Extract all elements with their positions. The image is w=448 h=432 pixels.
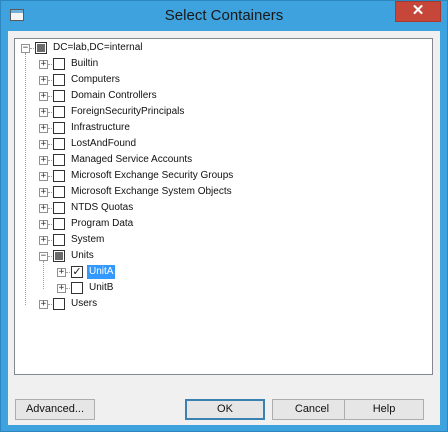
tree-item-program-data[interactable]: + Program Data xyxy=(15,216,432,232)
expand-icon[interactable]: + xyxy=(39,300,48,309)
expand-icon[interactable]: + xyxy=(39,108,48,117)
close-button[interactable]: ✕ xyxy=(395,1,441,22)
tree-item-domain-controllers[interactable]: + Domain Controllers xyxy=(15,88,432,104)
cancel-button[interactable]: Cancel xyxy=(272,399,352,420)
checkbox[interactable] xyxy=(53,298,65,310)
checkbox[interactable] xyxy=(53,90,65,102)
dialog-window: Select Containers ✕ − DC=lab,DC=internal +… xyxy=(0,0,448,432)
tree-item-microsoft-exchange-system-objects[interactable]: + Microsoft Exchange System Objects xyxy=(15,184,432,200)
tree-item-foreignsecurityprincipals[interactable]: + ForeignSecurityPrincipals xyxy=(15,104,432,120)
tree-item-label[interactable]: System xyxy=(69,233,106,247)
tree-item-units[interactable]: − Units xyxy=(15,248,432,264)
container-tree[interactable]: − DC=lab,DC=internal + Builtin + Computers + Do… xyxy=(14,38,433,375)
expand-icon[interactable]: + xyxy=(57,284,66,293)
tree-item-label[interactable]: Computers xyxy=(69,73,122,87)
checkbox[interactable] xyxy=(53,154,65,166)
tree-item-builtin[interactable]: + Builtin xyxy=(15,56,432,72)
tree-item-label[interactable]: DC=lab,DC=internal xyxy=(51,41,145,55)
expand-icon[interactable]: + xyxy=(39,76,48,85)
tree-item-label[interactable]: Program Data xyxy=(69,217,135,231)
expand-icon[interactable]: + xyxy=(39,60,48,69)
advanced-button[interactable]: Advanced... xyxy=(15,399,95,420)
checkbox[interactable] xyxy=(53,202,65,214)
tree-item-label[interactable]: Microsoft Exchange Security Groups xyxy=(69,169,235,183)
tree-item-label[interactable]: Microsoft Exchange System Objects xyxy=(69,185,234,199)
tree-item-infrastructure[interactable]: + Infrastructure xyxy=(15,120,432,136)
expand-icon[interactable]: + xyxy=(39,124,48,133)
tree-item-label[interactable]: NTDS Quotas xyxy=(69,201,135,215)
tree-item-unitb[interactable]: + UnitB xyxy=(15,280,432,296)
tree-item-label[interactable]: ForeignSecurityPrincipals xyxy=(69,105,186,119)
ok-button[interactable]: OK xyxy=(185,399,265,420)
expand-icon[interactable]: + xyxy=(39,236,48,245)
checkbox[interactable] xyxy=(53,138,65,150)
window-title: Select Containers xyxy=(164,7,284,24)
checkbox[interactable] xyxy=(53,170,65,182)
tree-branch-line xyxy=(43,261,44,289)
tree-item-label[interactable]: Units xyxy=(69,249,96,263)
checkbox[interactable] xyxy=(71,282,83,294)
checkbox[interactable] xyxy=(53,218,65,230)
tree-item-unita[interactable]: + ✓ UnitA xyxy=(15,264,432,280)
tree-item-label[interactable]: Infrastructure xyxy=(69,121,132,135)
tree-item-label[interactable]: Users xyxy=(69,297,99,311)
expand-icon[interactable]: + xyxy=(39,172,48,181)
tree-root-branch-line xyxy=(25,53,26,305)
checkbox[interactable] xyxy=(53,106,65,118)
tree-item-managed-service-accounts[interactable]: + Managed Service Accounts xyxy=(15,152,432,168)
expand-icon[interactable]: + xyxy=(39,140,48,149)
tree-item-label[interactable]: UnitA xyxy=(87,265,116,279)
collapse-icon[interactable]: − xyxy=(39,252,48,261)
checkbox-checked[interactable]: ✓ xyxy=(71,266,83,278)
expand-icon[interactable]: + xyxy=(39,204,48,213)
tree-item-dc-lab-dc-internal[interactable]: − DC=lab,DC=internal xyxy=(15,40,432,56)
checkbox[interactable] xyxy=(53,74,65,86)
title-bar[interactable]: Select Containers ✕ xyxy=(1,1,447,31)
expand-icon[interactable]: + xyxy=(39,92,48,101)
dialog-client-area: − DC=lab,DC=internal + Builtin + Computers + Do… xyxy=(8,31,440,425)
expand-icon[interactable]: + xyxy=(57,268,66,277)
tree-item-computers[interactable]: + Computers xyxy=(15,72,432,88)
help-button[interactable]: Help xyxy=(344,399,424,420)
tree-item-lostandfound[interactable]: + LostAndFound xyxy=(15,136,432,152)
checkbox[interactable] xyxy=(53,58,65,70)
expand-icon[interactable]: + xyxy=(39,220,48,229)
checkbox[interactable] xyxy=(53,186,65,198)
tree-item-ntds-quotas[interactable]: + NTDS Quotas xyxy=(15,200,432,216)
checkbox-partial[interactable] xyxy=(53,250,65,262)
tree-item-system[interactable]: + System xyxy=(15,232,432,248)
collapse-icon[interactable]: − xyxy=(21,44,30,53)
checkbox[interactable] xyxy=(53,234,65,246)
tree-item-microsoft-exchange-security-groups[interactable]: + Microsoft Exchange Security Groups xyxy=(15,168,432,184)
tree-item-label[interactable]: LostAndFound xyxy=(69,137,138,151)
checkbox[interactable] xyxy=(53,122,65,134)
tree-item-users[interactable]: + Users xyxy=(15,296,432,312)
tree-item-label[interactable]: Managed Service Accounts xyxy=(69,153,194,167)
tree-item-label[interactable]: UnitB xyxy=(87,281,115,295)
expand-icon[interactable]: + xyxy=(39,188,48,197)
tree-item-label[interactable]: Builtin xyxy=(69,57,100,71)
expand-icon[interactable]: + xyxy=(39,156,48,165)
tree-item-label[interactable]: Domain Controllers xyxy=(69,89,159,103)
checkbox-partial[interactable] xyxy=(35,42,47,54)
